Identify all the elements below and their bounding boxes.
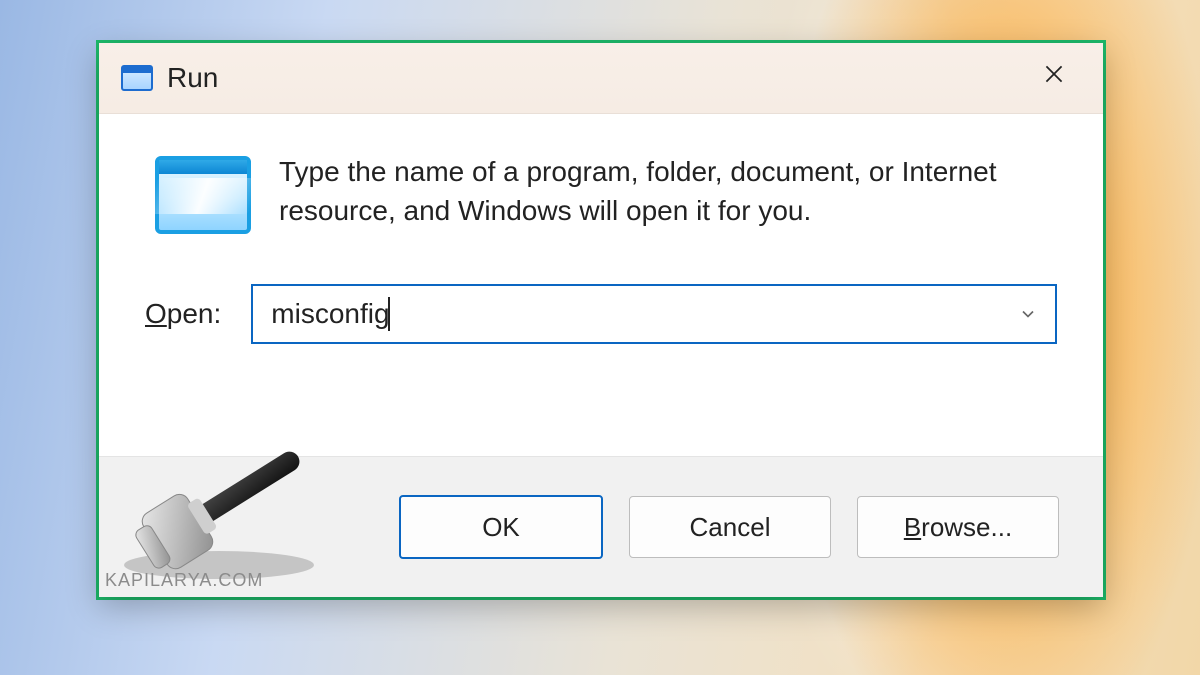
- desktop-background: Run Type the name of a program, folder, …: [0, 0, 1200, 675]
- cancel-button[interactable]: Cancel: [629, 496, 831, 558]
- chevron-down-icon[interactable]: [1011, 304, 1045, 324]
- open-row: Open:: [145, 284, 1057, 344]
- open-input[interactable]: [269, 297, 1011, 331]
- ok-button[interactable]: OK: [399, 495, 603, 559]
- dialog-footer: OK Cancel Browse...: [99, 456, 1103, 597]
- dialog-body: Type the name of a program, folder, docu…: [99, 114, 1103, 456]
- browse-button-label: Browse...: [904, 512, 1012, 543]
- cancel-button-label: Cancel: [690, 512, 771, 543]
- instruction-text: Type the name of a program, folder, docu…: [279, 152, 1039, 230]
- titlebar[interactable]: Run: [99, 43, 1103, 114]
- dialog-title: Run: [167, 62, 218, 94]
- close-icon: [1041, 61, 1067, 95]
- run-icon: [121, 65, 153, 91]
- open-label: Open:: [145, 298, 221, 330]
- browse-button[interactable]: Browse...: [857, 496, 1059, 558]
- run-dialog: Run Type the name of a program, folder, …: [99, 43, 1103, 597]
- open-combobox[interactable]: [251, 284, 1057, 344]
- run-large-icon: [155, 156, 251, 234]
- text-caret: [388, 297, 390, 331]
- close-button[interactable]: [1015, 43, 1093, 113]
- ok-button-label: OK: [482, 512, 520, 543]
- watermark-text: KAPILARYA.COM: [105, 570, 263, 591]
- instruction-row: Type the name of a program, folder, docu…: [145, 152, 1057, 234]
